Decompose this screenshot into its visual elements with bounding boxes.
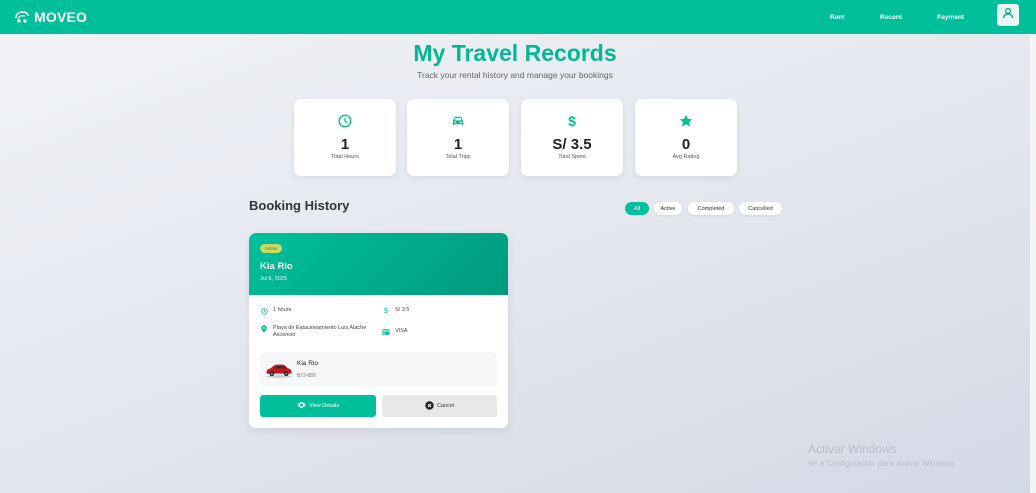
brand-logo[interactable]: MOVEO — [14, 9, 87, 25]
brand-name: MOVEO — [34, 9, 88, 25]
cancel-label: Cancel — [436, 403, 455, 409]
page-subtitle: Track your rental history and manage you… — [417, 70, 613, 80]
stat-label: Total Trips — [445, 154, 471, 160]
car-icon — [451, 114, 465, 130]
windows-activation-title: Activar Windows — [808, 442, 897, 456]
vehicle-image — [265, 361, 293, 383]
stat-value: 0 — [681, 136, 691, 153]
filter-all[interactable]: All — [625, 202, 649, 215]
booking-location: Playa de Estacionamiento Luis Alache Asc… — [260, 325, 375, 339]
stat-card-total-trips: 1 Total Trips — [407, 99, 509, 176]
windows-activation-subtitle: Ve a Configuración para activar Windows. — [808, 459, 957, 468]
booking-price: $ S/ 3.5 — [382, 307, 409, 315]
star-icon — [679, 114, 693, 130]
booking-card-header: Active Kia Rio Jul 6, 2025 — [249, 233, 508, 295]
booking-payment-method: VISA — [382, 328, 408, 336]
nav-payment[interactable]: Payment — [937, 0, 964, 34]
stat-card-total-hours: 1 Total Hours — [294, 99, 396, 176]
booking-duration: 1 hours — [260, 307, 291, 315]
location-text: Playa de Estacionamiento Luis Alache Asc… — [273, 325, 367, 338]
filter-cancelled[interactable]: Cancelled — [739, 202, 782, 215]
clock-icon — [260, 307, 268, 315]
cancel-button[interactable]: Cancel — [382, 395, 497, 417]
stat-value: S/ 3.5 — [552, 136, 592, 153]
booking-history-title: Booking History — [249, 198, 350, 213]
dollar-icon: $ — [384, 307, 388, 315]
vehicle-summary: Kia Rio B7J-889 — [260, 352, 497, 387]
vehicle-plate: B7J-889 — [297, 373, 316, 379]
stat-label: Total Spent — [558, 154, 586, 160]
page-title: My Travel Records — [413, 40, 617, 66]
car-logo-icon — [14, 10, 30, 24]
vehicle-name: Kia Rio — [297, 360, 318, 367]
stat-value: 1 — [453, 136, 463, 153]
payment-text: VISA — [395, 328, 408, 334]
eye-icon — [297, 402, 309, 410]
user-profile-button[interactable] — [997, 4, 1019, 26]
stat-card-total-spent: $ S/ 3.5 Total Spent — [521, 99, 623, 176]
nav-record[interactable]: Record — [880, 0, 902, 34]
duration-text: 1 hours — [273, 307, 292, 313]
booking-car-name: Kia Rio — [260, 261, 293, 272]
filter-completed[interactable]: Completed — [688, 202, 734, 215]
clock-icon — [338, 114, 352, 130]
view-details-label: View Details — [308, 403, 340, 409]
location-pin-icon — [260, 325, 268, 333]
stat-card-avg-rating: 0 Avg Rating — [635, 99, 737, 176]
stat-label: Avg Rating — [672, 154, 700, 160]
top-navbar: MOVEO Rent Record Payment — [0, 0, 1036, 34]
stat-value: 1 — [340, 136, 350, 153]
view-details-button[interactable]: View Details — [260, 395, 376, 417]
credit-card-icon — [382, 328, 390, 336]
price-text: S/ 3.5 — [395, 307, 410, 313]
booking-date: Jul 6, 2025 — [260, 276, 287, 282]
stat-label: Total Hours — [331, 154, 359, 160]
status-badge: Active — [260, 244, 283, 253]
user-icon — [1002, 6, 1014, 24]
dollar-icon: $ — [568, 113, 576, 129]
scrollbar[interactable] — [1030, 34, 1036, 493]
close-circle-icon — [425, 400, 437, 412]
nav-rent[interactable]: Rent — [830, 0, 844, 34]
filter-active[interactable]: Active — [654, 202, 682, 215]
booking-card: Active Kia Rio Jul 6, 2025 1 hours $ S/ … — [249, 233, 508, 428]
